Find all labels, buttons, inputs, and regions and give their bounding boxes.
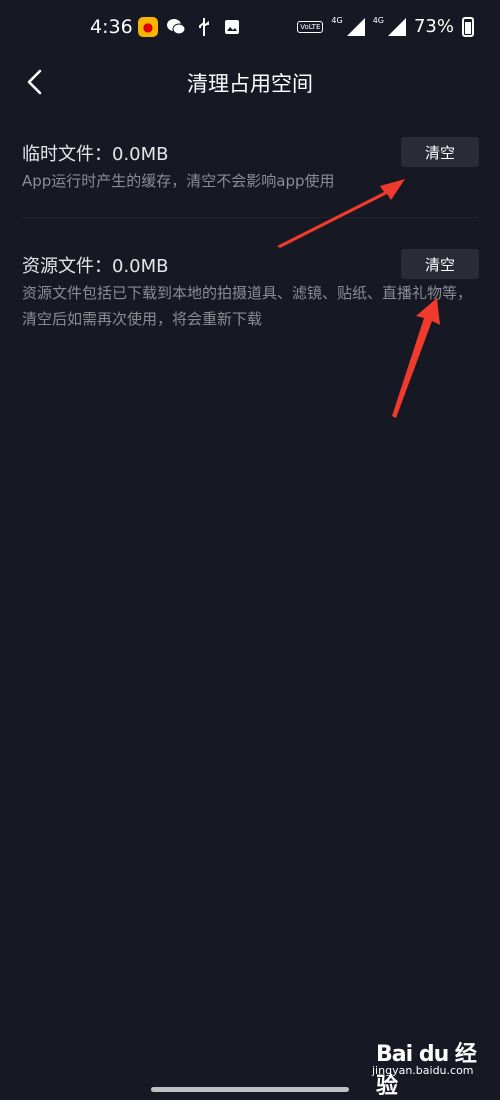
temp-files-title: 临时文件：0.0MB	[22, 144, 169, 165]
clear-resource-files-button[interactable]: 清空	[401, 249, 479, 279]
battery-icon	[462, 16, 474, 37]
top-nav-bar: 清理占用空间	[0, 56, 500, 108]
system-icons: VoLTE 4G 4G 73%	[297, 16, 474, 37]
image-icon	[222, 17, 242, 37]
notification-icons: ●	[138, 17, 242, 37]
clear-temp-files-button[interactable]: 清空	[401, 137, 479, 167]
section-divider	[22, 217, 478, 218]
resource-files-title: 资源文件：0.0MB	[22, 256, 169, 277]
temp-files-section: 临时文件：0.0MB 清空 App运行时产生的缓存，清空不会影响app使用	[0, 108, 500, 218]
usb-icon	[194, 17, 214, 37]
wechat-icon	[166, 17, 186, 37]
watermark-url: jingyan.baidu.com	[372, 1064, 474, 1077]
network-type-left: 4G	[331, 16, 343, 25]
temp-files-description: App运行时产生的缓存，清空不会影响app使用	[22, 172, 335, 190]
network-type-right: 4G	[372, 16, 384, 25]
signal-icon	[346, 17, 365, 36]
status-time: 4:36	[90, 16, 133, 38]
volte-icon: VoLTE	[297, 20, 324, 33]
home-indicator[interactable]	[151, 1087, 349, 1092]
signal-icon-2	[387, 17, 406, 36]
baidu-jingyan-watermark: Bai du 经验 jingyan.baidu.com	[372, 1036, 477, 1099]
resource-files-description: 资源文件包括已下载到本地的拍摄道具、滤镜、贴纸、直播礼物等，清空后如需再次使用，…	[22, 284, 473, 328]
battery-percent: 73%	[413, 16, 454, 37]
status-bar: 4:36 ● VoLTE 4G 4G 73%	[0, 0, 500, 56]
resource-files-section: 资源文件：0.0MB 清空 资源文件包括已下载到本地的拍摄道具、滤镜、贴纸、直播…	[0, 220, 500, 340]
weibo-icon: ●	[138, 17, 158, 37]
page-title: 清理占用空间	[187, 72, 313, 96]
